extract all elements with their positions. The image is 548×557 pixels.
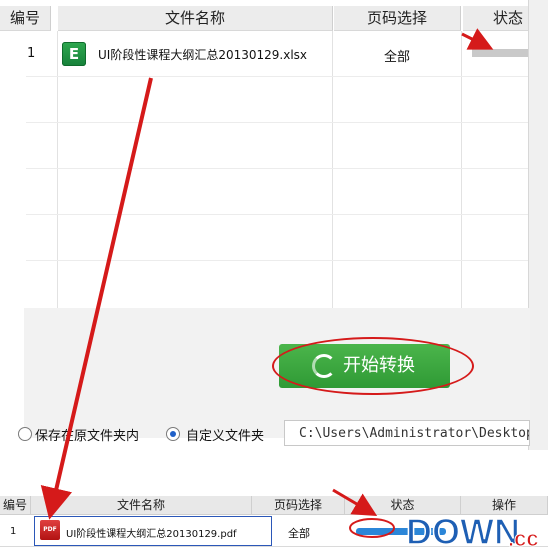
down-cc-watermark: DOWN .cc <box>404 506 548 553</box>
red-arrow-icon <box>332 488 378 517</box>
watermark-suffix-text: .cc <box>508 526 539 551</box>
red-arrow-icon <box>461 28 494 50</box>
annotation-circle <box>349 518 395 538</box>
red-arrow-icon <box>40 77 153 520</box>
annotation-arrows <box>40 28 494 538</box>
watermark-main-text: DOWN <box>406 511 520 552</box>
